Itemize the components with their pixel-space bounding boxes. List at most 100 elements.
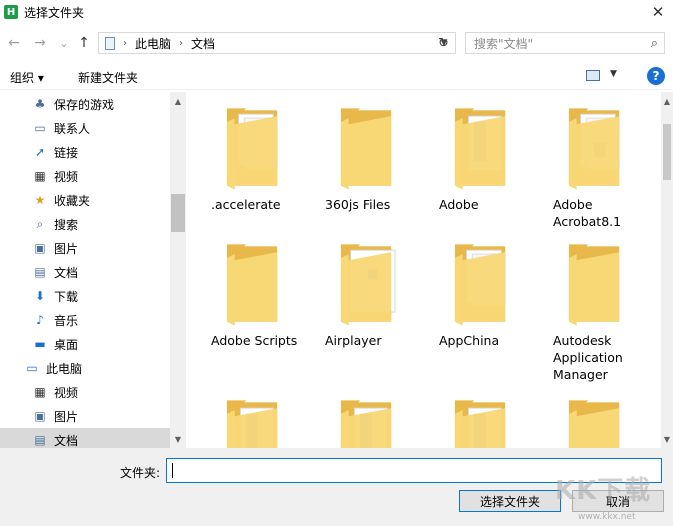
sidebar-item-label: 图片 [54, 409, 79, 424]
view-dropdown-icon[interactable]: ▼ [610, 69, 617, 79]
sidebar-item-label: 文档 [54, 433, 79, 448]
navigation-pane: ▤ 文档 ▣ 图片 ▦ 视频 ▭ 此电脑 ▬ 桌面 ♪ 音乐 ⬇ 下载 ▤ 文档 ▣ 图片 ⌕ 搜索 ★ 收藏夹 ▦ 视频 ➚ 链… [0, 92, 186, 448]
folder-name: Autodesk Application Manager [553, 333, 623, 382]
desktop-icon: ▬ [34, 337, 46, 351]
folder-icon [568, 400, 620, 448]
pictures-icon: ▣ [34, 241, 46, 255]
select-folder-button[interactable]: 选择文件夹 [459, 490, 561, 512]
search-placeholder: 搜索"文档" [474, 36, 534, 51]
folder-icon [454, 400, 506, 448]
folder-icon [568, 244, 620, 326]
window-title: 选择文件夹 [24, 5, 85, 20]
folder-icon [226, 244, 278, 326]
breadcrumb-documents[interactable]: 文档 [191, 35, 215, 52]
sidebar-item[interactable]: ▣ 图片 [0, 236, 170, 260]
scroll-down-icon[interactable]: ▼ [661, 432, 673, 446]
back-arrow-icon[interactable]: ← [4, 33, 24, 53]
sidebar-item[interactable]: ♣ 保存的游戏 [0, 92, 170, 116]
sidebar-item[interactable]: ▭ 联系人 [0, 116, 170, 140]
help-icon[interactable]: ? [647, 67, 665, 85]
sidebar-item[interactable]: ⬇ 下载 [0, 284, 170, 308]
favorites-icon: ★ [34, 193, 46, 207]
new-folder-button[interactable]: 新建文件夹 [78, 69, 138, 86]
folder-icon [340, 108, 392, 190]
music-icon: ♪ [36, 313, 44, 327]
navigation-bar: ← → ⌄ ↑ › 此电脑 › 文档 ▼ ↻ 搜索"文档" ⌕ [0, 28, 673, 58]
folder-grid: ▲ ▼ .accelerate 360js Files Adobe Adobe Acr… [187, 92, 673, 448]
sidebar-item[interactable]: ▬ 桌面 [0, 332, 170, 356]
watermark-url: www.kkx.net [578, 512, 636, 522]
search-icon[interactable]: ⌕ [651, 36, 658, 51]
watermark-logo: KK下载 [555, 476, 652, 506]
scroll-up-icon[interactable]: ▲ [170, 94, 186, 108]
dialog-footer: 文件夹: 选择文件夹 取消 KK下载 www.kkx.net [0, 448, 673, 526]
documents-icon: ▤ [34, 433, 46, 447]
sidebar-item-label: 保存的游戏 [54, 97, 115, 112]
sidebar-item-label: 此电脑 [46, 361, 83, 376]
folder-icon [340, 244, 396, 326]
toolbar: 组织 ▾ 新建文件夹 ▼ ? [0, 62, 673, 90]
sidebar-item-label: 收藏夹 [54, 193, 91, 208]
sidebar-item-label: 下载 [54, 289, 79, 304]
sidebar-item[interactable]: ➚ 链接 [0, 140, 170, 164]
sidebar-item[interactable]: ★ 收藏夹 [0, 188, 170, 212]
sidebar-item-label: 链接 [54, 145, 79, 160]
address-bar[interactable]: › 此电脑 › 文档 ▼ [98, 32, 456, 54]
video-icon: ▦ [34, 169, 46, 183]
app-icon: H [4, 5, 18, 19]
folder-name-label: 文件夹: [120, 466, 161, 480]
folder-icon [340, 400, 392, 448]
this-pc-icon: ▭ [26, 361, 38, 375]
chevron-right-icon: › [179, 37, 184, 49]
sidebar-item[interactable]: ⌕ 搜索 [0, 212, 170, 236]
breadcrumb-this-pc[interactable]: 此电脑 [135, 35, 171, 52]
folder-name: Adobe Scripts [211, 333, 298, 348]
chevron-right-icon: › [123, 37, 127, 49]
video-icon: ▦ [34, 385, 46, 399]
sidebar-item[interactable]: ▭ 此电脑 [0, 356, 170, 380]
sidebar-item-label: 音乐 [54, 313, 79, 328]
sidebar-item-label: 图片 [54, 241, 79, 256]
pictures-icon: ▣ [34, 409, 46, 423]
search-box[interactable]: 搜索"文档" ⌕ [465, 32, 665, 54]
sidebar-item-label: 搜索 [54, 217, 79, 232]
recent-locations-icon[interactable]: ⌄ [54, 33, 74, 53]
downloads-icon: ⬇ [34, 289, 46, 303]
folder-name: AppChina [439, 333, 500, 348]
sidebar-item[interactable]: ▤ 文档 [0, 260, 170, 284]
sidebar-item[interactable]: ▣ 图片 [0, 404, 170, 428]
folder-name: Adobe [439, 197, 479, 212]
sidebar-item[interactable]: ▦ 视频 [0, 164, 170, 188]
up-arrow-icon[interactable]: ↑ [74, 33, 94, 53]
folder-icon [454, 244, 506, 326]
close-icon[interactable]: ✕ [643, 0, 673, 24]
scroll-down-icon[interactable]: ▼ [170, 432, 186, 446]
sidebar-item-label: 桌面 [54, 337, 79, 352]
change-view-icon[interactable] [586, 70, 600, 81]
sidebar-scroll-thumb[interactable] [171, 194, 185, 232]
title-bar: H 选择文件夹 ✕ [0, 0, 673, 24]
folder-icon [454, 108, 506, 190]
folder-name: 360js Files [325, 197, 391, 212]
sidebar-scrollbar[interactable]: ▲ ▼ [170, 92, 186, 448]
links-icon: ➚ [34, 145, 46, 159]
sidebar-item-label: 视频 [54, 169, 79, 184]
sidebar-item[interactable]: ▤ 文档 [0, 428, 170, 448]
refresh-icon[interactable]: ↻ [432, 32, 456, 54]
folder-icon [226, 400, 278, 448]
folder-icon [568, 108, 620, 190]
sidebar-item-label: 联系人 [54, 121, 91, 136]
scroll-up-icon[interactable]: ▲ [661, 94, 673, 108]
sidebar-item[interactable]: ▦ 视频 [0, 380, 170, 404]
saved-games-icon: ♣ [34, 97, 46, 111]
text-caret [172, 463, 173, 478]
sidebar-item[interactable]: ♪ 音乐 [0, 308, 170, 332]
documents-icon: ▤ [34, 265, 46, 279]
sidebar-item-label: 视频 [54, 385, 79, 400]
content-scrollbar[interactable]: ▲ ▼ [661, 92, 673, 448]
organize-menu[interactable]: 组织 ▾ [10, 69, 44, 86]
contacts-icon: ▭ [34, 121, 46, 135]
forward-arrow-icon[interactable]: → [30, 33, 50, 53]
content-scroll-thumb[interactable] [663, 124, 671, 180]
search-icon: ⌕ [36, 216, 44, 231]
